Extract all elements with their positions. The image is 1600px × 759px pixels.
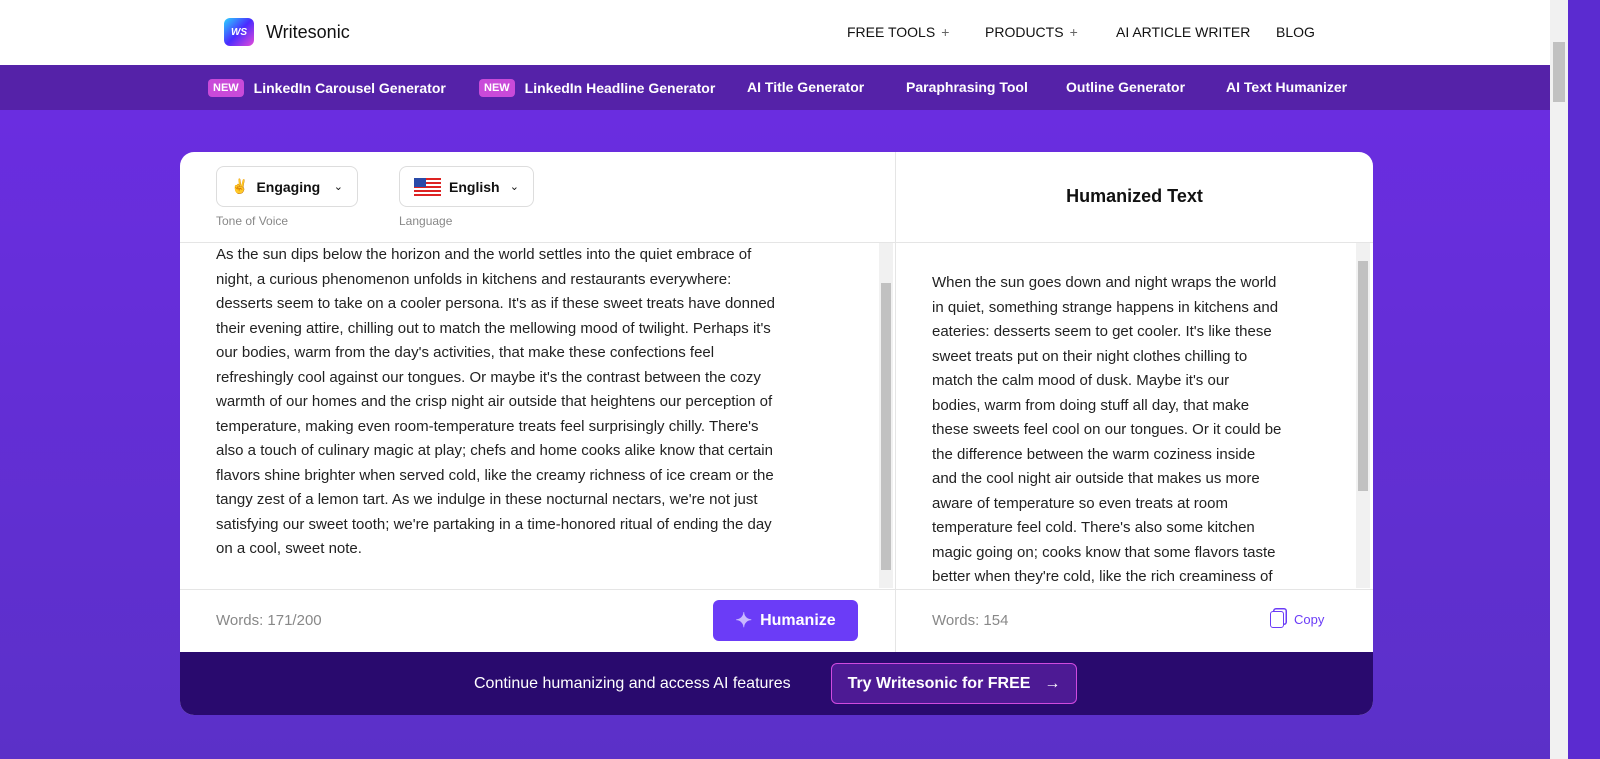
page-scrollbar[interactable] bbox=[1550, 0, 1568, 759]
text-line: and the cool night air outside that make… bbox=[932, 470, 1260, 487]
top-header: WS Writesonic FREE TOOLS + PRODUCTS + AI A… bbox=[0, 0, 1550, 65]
nav-blog[interactable]: BLOG bbox=[1276, 24, 1315, 40]
text-line: on a cool, sweet note. bbox=[216, 540, 362, 557]
tools-subnav: NEW LinkedIn Carousel Generator NEW Linked… bbox=[0, 65, 1550, 110]
output-word-count: Words: 154 bbox=[932, 612, 1009, 629]
text-line: flavors shine brighter when served cold,… bbox=[216, 466, 774, 484]
copy-icon bbox=[1270, 611, 1284, 628]
text-line: refreshingly cool against our tongues. O… bbox=[216, 368, 761, 386]
sparkle-icon: ✦ bbox=[735, 610, 753, 632]
language-label: Language bbox=[399, 214, 453, 228]
try-writesonic-button[interactable]: Try Writesonic for FREE → bbox=[831, 663, 1077, 704]
subnav-label: LinkedIn Carousel Generator bbox=[253, 80, 446, 96]
chevron-down-icon: ⌄ bbox=[509, 181, 519, 193]
text-line: also a touch of culinary magic at play; … bbox=[216, 442, 773, 459]
subnav-label: AI Title Generator bbox=[747, 79, 865, 95]
cta-label: Try Writesonic for FREE bbox=[847, 674, 1031, 692]
language-value: English bbox=[449, 178, 500, 195]
text-line: these sweets feel cool on our tongues. O… bbox=[932, 421, 1282, 438]
humanize-label: Humanize bbox=[760, 611, 836, 629]
scroll-thumb[interactable] bbox=[1553, 42, 1565, 102]
text-line: aware of temperature so even treats at r… bbox=[932, 494, 1228, 512]
nav-label: FREE TOOLS bbox=[847, 24, 936, 40]
text-line: temperature, making even room-temperatur… bbox=[216, 417, 759, 435]
nav-label: PRODUCTS bbox=[985, 24, 1064, 40]
scroll-thumb[interactable] bbox=[1358, 261, 1368, 491]
text-line: desserts seem to take on a cooler person… bbox=[216, 295, 776, 312]
copy-label: Copy bbox=[1294, 612, 1325, 627]
output-text: When the sun goes down and night wraps t… bbox=[932, 271, 1281, 590]
arrow-right-icon: → bbox=[1044, 674, 1061, 692]
text-line: in quiet, something strange happens in k… bbox=[932, 298, 1279, 316]
text-line: tangy zest of a lemon tart. As we indulg… bbox=[216, 491, 758, 508]
tone-label: Tone of Voice bbox=[216, 214, 289, 228]
new-badge: NEW bbox=[208, 79, 244, 97]
text-line: warmth of our homes and the crisp night … bbox=[216, 393, 773, 410]
us-flag-icon bbox=[414, 177, 441, 196]
text-line: When the sun goes down and night wraps t… bbox=[932, 274, 1277, 291]
text-line: the difference between the warm coziness… bbox=[932, 445, 1256, 463]
humanizer-card: ✌️ Engaging ⌄ Tone of Voice English ⌄ La… bbox=[180, 152, 1373, 715]
new-badge: NEW bbox=[479, 79, 515, 97]
output-title: Humanized Text bbox=[1066, 186, 1203, 206]
text-line: eateries: desserts seem to get cooler. I… bbox=[932, 323, 1272, 340]
text-line: sweet treats put on their night clothes … bbox=[932, 347, 1248, 365]
nav-ai-article-writer[interactable]: AI ARTICLE WRITER bbox=[1116, 24, 1250, 40]
subnav-linkedin-headline[interactable]: NEW LinkedIn Headline Generator bbox=[479, 79, 715, 97]
footer-banner: Continue humanizing and access AI featur… bbox=[180, 652, 1373, 715]
plus-icon: + bbox=[941, 24, 950, 40]
text-line: our bodies, warm from the day's activiti… bbox=[216, 344, 715, 361]
text-line: bodies, warm from doing stuff all day, t… bbox=[932, 396, 1250, 414]
text-line: As the sun dips below the horizon and th… bbox=[216, 246, 752, 263]
scroll-thumb[interactable] bbox=[881, 283, 891, 570]
humanize-button[interactable]: ✦ Humanize bbox=[713, 600, 858, 641]
subnav-paraphrasing[interactable]: Paraphrasing Tool bbox=[906, 79, 1028, 95]
subnav-linkedin-carousel[interactable]: NEW LinkedIn Carousel Generator bbox=[208, 79, 446, 97]
nav-free-tools[interactable]: FREE TOOLS + bbox=[847, 24, 949, 40]
nav-label: BLOG bbox=[1276, 24, 1315, 40]
text-line: match the calm mood of dusk. Maybe it's … bbox=[932, 372, 1230, 389]
subnav-label: AI Text Humanizer bbox=[1226, 79, 1348, 95]
tone-dropdown[interactable]: ✌️ Engaging ⌄ bbox=[216, 166, 358, 207]
writesonic-logo[interactable]: WS bbox=[224, 18, 254, 46]
text-line: their evening attire, chilling out to ma… bbox=[216, 319, 771, 337]
text-line: better when they're cold, like the rich … bbox=[932, 568, 1273, 585]
subnav-ai-text-humanizer[interactable]: AI Text Humanizer bbox=[1226, 79, 1347, 95]
output-scrollbar[interactable] bbox=[1356, 243, 1370, 588]
text-line: temperature feel cold. There's also some… bbox=[932, 519, 1255, 536]
footer-text: Continue humanizing and access AI featur… bbox=[474, 675, 791, 692]
victory-hand-icon: ✌️ bbox=[231, 178, 249, 194]
subnav-label: Paraphrasing Tool bbox=[906, 79, 1028, 95]
language-dropdown[interactable]: English ⌄ bbox=[399, 166, 534, 207]
brand-name[interactable]: Writesonic bbox=[266, 22, 350, 43]
text-line: night, a curious phenomenon unfolds in k… bbox=[216, 270, 732, 288]
text-line: satisfying our sweet tooth; we're partak… bbox=[216, 515, 772, 533]
text-line: magic going on; cooks know that some fla… bbox=[932, 543, 1276, 561]
subnav-label: Outline Generator bbox=[1066, 79, 1186, 95]
divider bbox=[895, 152, 896, 652]
input-word-count: Words: 171/200 bbox=[216, 612, 322, 629]
chevron-down-icon: ⌄ bbox=[333, 181, 343, 193]
tone-value: Engaging bbox=[256, 178, 321, 195]
nav-products[interactable]: PRODUCTS + bbox=[985, 24, 1078, 40]
copy-button[interactable]: Copy bbox=[1270, 611, 1324, 628]
input-textarea[interactable]: As the sun dips below the horizon and th… bbox=[216, 243, 775, 562]
subnav-ai-title[interactable]: AI Title Generator bbox=[747, 79, 864, 95]
plus-icon: + bbox=[1069, 24, 1078, 40]
subnav-outline[interactable]: Outline Generator bbox=[1066, 79, 1185, 95]
nav-label: AI ARTICLE WRITER bbox=[1116, 24, 1251, 40]
input-scrollbar[interactable] bbox=[879, 243, 893, 588]
subnav-label: LinkedIn Headline Generator bbox=[524, 80, 716, 96]
